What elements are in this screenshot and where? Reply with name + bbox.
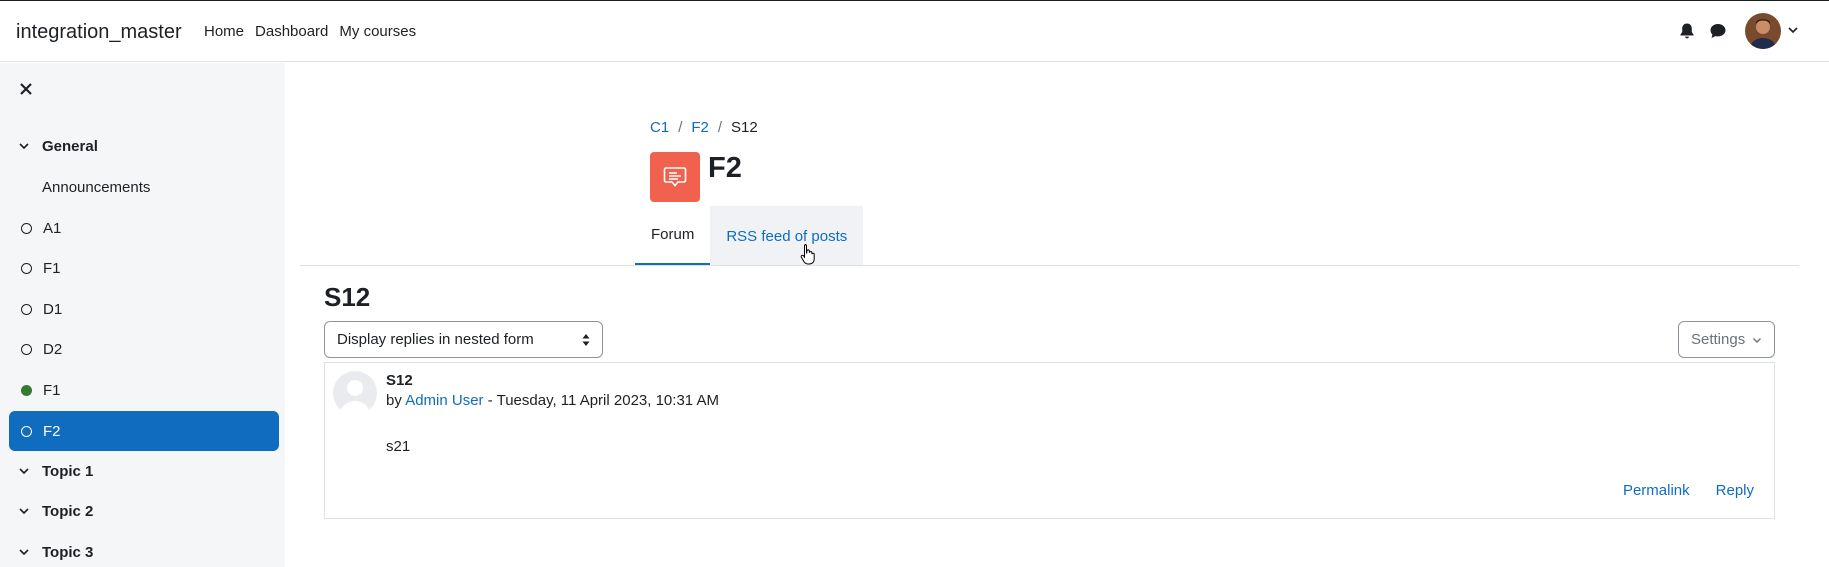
sidebar-item-label: D2 xyxy=(43,340,63,358)
post-subject: S12 xyxy=(386,372,413,389)
section-title: General xyxy=(42,137,98,155)
sidebar-item-announcements[interactable]: Announcements xyxy=(42,179,150,196)
section-topic-1[interactable]: Topic 1 xyxy=(18,459,93,483)
sidebar-item-label: F1 xyxy=(43,381,61,399)
incomplete-icon xyxy=(21,343,32,355)
activity-tabs: Forum RSS feed of posts xyxy=(635,206,864,266)
primary-navigation: Home Dashboard My courses xyxy=(204,23,427,40)
section-title: Topic 2 xyxy=(42,502,94,520)
chat-icon[interactable] xyxy=(1709,22,1727,40)
site-name[interactable]: integration_master xyxy=(16,21,182,44)
sidebar-item-d1[interactable]: D1 xyxy=(9,289,279,329)
hand-cursor-icon xyxy=(800,244,815,265)
user-avatar[interactable] xyxy=(1745,13,1781,49)
reply-link[interactable]: Reply xyxy=(1716,482,1754,499)
sidebar-item-a1[interactable]: A1 xyxy=(9,208,279,248)
settings-button[interactable]: Settings xyxy=(1678,321,1775,358)
section-topic-3[interactable]: Topic 3 xyxy=(18,540,93,564)
chevron-down-icon[interactable] xyxy=(18,505,30,517)
section-title: Topic 3 xyxy=(42,543,94,561)
section-topic-2[interactable]: Topic 2 xyxy=(18,499,93,523)
complete-icon xyxy=(21,384,32,396)
chevron-down-icon[interactable] xyxy=(18,140,30,152)
byline-prefix: by xyxy=(386,392,402,409)
nav-home[interactable]: Home xyxy=(204,23,244,40)
breadcrumb: C1 / F2 / S12 xyxy=(650,119,758,136)
display-mode-value: Display replies in nested form xyxy=(337,331,534,348)
breadcrumb-separator: / xyxy=(717,119,723,136)
sidebar-item-f2[interactable]: F2 xyxy=(9,411,279,451)
incomplete-icon xyxy=(21,303,32,315)
sidebar-item-label: F2 xyxy=(43,422,61,440)
page-title: F2 xyxy=(708,152,742,184)
chevron-down-icon[interactable] xyxy=(1787,24,1799,36)
course-index-drawer: General Announcements A1 F1 D1 D2 F1 F2 … xyxy=(0,63,285,567)
display-mode-select[interactable]: Display replies in nested form xyxy=(324,321,603,358)
breadcrumb-f2[interactable]: F2 xyxy=(691,119,709,136)
section-title: Topic 1 xyxy=(42,462,94,480)
incomplete-icon xyxy=(21,425,32,437)
breadcrumb-separator: / xyxy=(678,119,683,136)
bell-icon[interactable] xyxy=(1679,22,1695,40)
chevron-down-icon xyxy=(1753,338,1761,343)
divider xyxy=(300,265,1799,266)
top-navbar: integration_master Home Dashboard My cou… xyxy=(0,0,1829,62)
sidebar-item-label: D1 xyxy=(43,300,63,318)
sidebar-item-label: F1 xyxy=(43,259,61,277)
settings-label: Settings xyxy=(1691,331,1746,348)
post-date: - Tuesday, 11 April 2023, 10:31 AM xyxy=(483,392,719,409)
discussion-title: S12 xyxy=(324,282,371,312)
chevron-down-icon[interactable] xyxy=(18,465,30,477)
breadcrumb-current: S12 xyxy=(731,119,758,136)
author-avatar[interactable] xyxy=(333,371,377,415)
nav-dashboard[interactable]: Dashboard xyxy=(255,23,328,40)
sidebar-item-f1-complete[interactable]: F1 xyxy=(9,370,279,410)
tab-forum[interactable]: Forum xyxy=(635,206,711,266)
post-actions: Permalink Reply xyxy=(1623,482,1754,499)
nav-my-courses[interactable]: My courses xyxy=(339,23,416,40)
breadcrumb-c1[interactable]: C1 xyxy=(650,119,669,136)
sidebar-item-f1[interactable]: F1 xyxy=(9,248,279,288)
forum-post: S12 by Admin User - Tuesday, 11 April 20… xyxy=(324,362,1775,519)
author-link[interactable]: Admin User xyxy=(405,392,483,409)
close-icon[interactable] xyxy=(18,81,34,97)
tab-rss-feed[interactable]: RSS feed of posts xyxy=(710,206,864,266)
post-byline: by Admin User - Tuesday, 11 April 2023, … xyxy=(386,392,719,409)
sidebar-item-d2[interactable]: D2 xyxy=(9,329,279,369)
permalink-link[interactable]: Permalink xyxy=(1623,482,1690,499)
chevron-down-icon[interactable] xyxy=(18,546,30,558)
sort-arrows-icon xyxy=(582,334,590,346)
incomplete-icon xyxy=(21,222,32,234)
user-nav-icons xyxy=(1679,13,1829,51)
post-body: s21 xyxy=(386,438,411,455)
section-general[interactable]: General xyxy=(18,134,98,158)
forum-icon xyxy=(650,152,700,202)
sidebar-item-label: A1 xyxy=(43,219,62,237)
incomplete-icon xyxy=(21,262,32,274)
